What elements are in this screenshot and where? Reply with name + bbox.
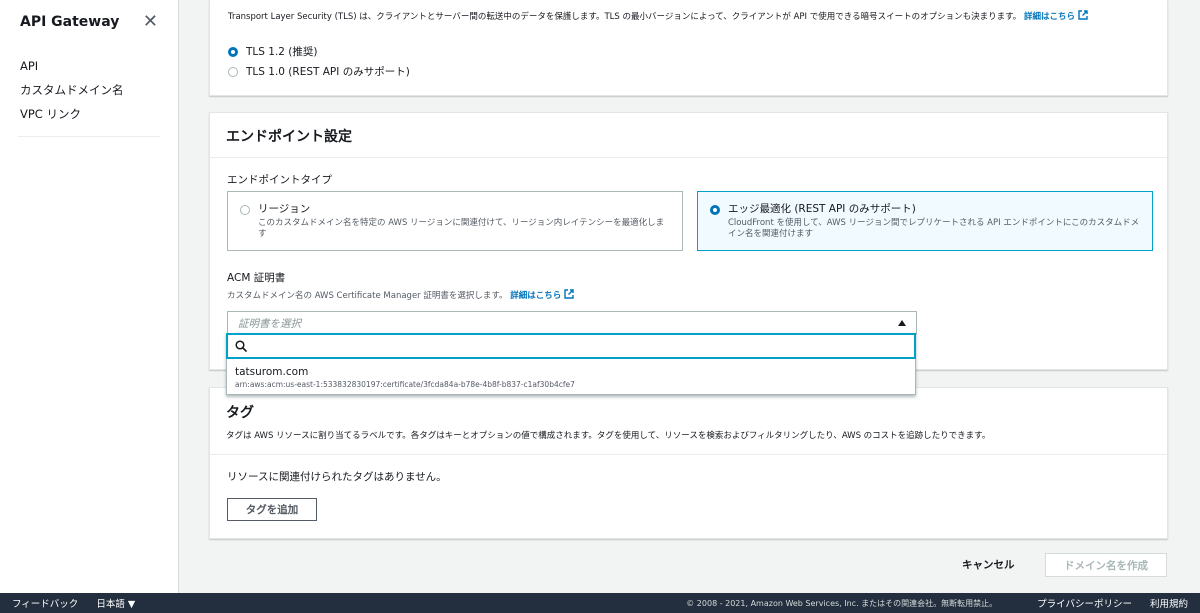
- console-footer: フィードバック 日本語 ▼ © 2008 - 2021, Amazon Web …: [0, 593, 1200, 613]
- caret-up-icon: [898, 320, 906, 326]
- radio-selected[interactable]: [710, 205, 720, 215]
- radio-selected[interactable]: [228, 46, 238, 57]
- terms-link[interactable]: 利用規約: [1150, 596, 1188, 610]
- copyright-text: © 2008 - 2021, Amazon Web Services, Inc.…: [686, 598, 998, 608]
- sidebar-item-vpc-links[interactable]: VPC リンク: [0, 102, 178, 126]
- close-icon[interactable]: ✕: [143, 13, 158, 31]
- certificate-dropdown: tatsurom.com arn:aws:acm:us-east-1:53383…: [226, 333, 916, 395]
- sidebar-header: API Gateway ✕: [0, 0, 178, 44]
- external-link-icon: [564, 289, 574, 299]
- acm-learn-more-link[interactable]: 詳細はこちら: [510, 289, 574, 301]
- endpoint-type-regional-tile[interactable]: リージョン このカスタムドメイン名を特定の AWS リージョンに関連付けて、リー…: [227, 191, 683, 251]
- tls-option-label: TLS 1.0 (REST API のみサポート): [246, 66, 410, 78]
- cancel-button[interactable]: キャンセル: [962, 557, 1015, 572]
- tags-description: タグは AWS リソースに割り当てるラベルです。各タグはキーとオプションの値で構…: [226, 431, 991, 441]
- tile-description: このカスタムドメイン名を特定の AWS リージョンに関連付けて、リージョン内レイ…: [258, 218, 665, 239]
- tags-title: タグ: [226, 405, 254, 421]
- certificate-search-input[interactable]: [253, 337, 914, 355]
- sidebar-nav: API カスタムドメイン名 VPC リンク: [0, 44, 178, 126]
- certificate-option-arn: arn:aws:acm:us-east-1:533832830197:certi…: [235, 380, 575, 389]
- tile-description: CloudFront を使用して、AWS リージョン間でレプリケートされる AP…: [728, 218, 1140, 239]
- endpoint-type-label: エンドポイントタイプ: [227, 174, 332, 186]
- certificate-option[interactable]: tatsurom.com arn:aws:acm:us-east-1:53383…: [227, 361, 915, 395]
- sidebar-item-custom-domain-names[interactable]: カスタムドメイン名: [0, 78, 178, 102]
- endpoint-settings-container: エンドポイント設定 エンドポイントタイプ リージョン このカスタムドメイン名を特…: [209, 112, 1168, 370]
- create-domain-name-button[interactable]: ドメイン名を作成: [1045, 553, 1167, 577]
- external-link-icon: [1078, 10, 1088, 20]
- sidebar-item-api[interactable]: API: [0, 54, 178, 78]
- sidebar-title[interactable]: API Gateway: [20, 14, 119, 30]
- certificate-option-label: tatsurom.com: [235, 366, 309, 378]
- radio-unselected[interactable]: [228, 66, 238, 77]
- footer-right: © 2008 - 2021, Amazon Web Services, Inc.…: [686, 596, 1200, 611]
- acm-certificate-label: ACM 証明書: [227, 272, 286, 284]
- tls-option-label: TLS 1.2 (推奨): [246, 46, 318, 58]
- tile-title: リージョン: [258, 203, 311, 215]
- side-navigation: API Gateway ✕ API カスタムドメイン名 VPC リンク: [0, 0, 179, 593]
- tls-container: Transport Layer Security (TLS) は、クライアントと…: [209, 0, 1168, 96]
- radio-unselected[interactable]: [240, 205, 250, 215]
- endpoint-type-edge-tile[interactable]: エッジ最適化 (REST API のみサポート) CloudFront を使用し…: [697, 191, 1153, 251]
- tls-option-1-0[interactable]: TLS 1.0 (REST API のみサポート): [228, 64, 410, 79]
- add-tag-button[interactable]: タグを追加: [227, 498, 317, 521]
- tags-empty-message: リソースに関連付けられたタグはありません。: [227, 471, 447, 483]
- endpoint-settings-title: エンドポイント設定: [210, 113, 1167, 158]
- tls-option-1-2[interactable]: TLS 1.2 (推奨): [228, 44, 318, 59]
- certificate-select-placeholder: 証明書を選択: [238, 317, 301, 330]
- tls-learn-more-link[interactable]: 詳細はこちら: [1024, 10, 1088, 22]
- tile-title: エッジ最適化 (REST API のみサポート): [728, 203, 916, 215]
- privacy-policy-link[interactable]: プライバシーポリシー: [1037, 596, 1132, 610]
- feedback-link[interactable]: フィードバック: [12, 596, 78, 610]
- language-selector[interactable]: 日本語 ▼: [96, 596, 135, 610]
- tags-divider: [210, 454, 1167, 455]
- sidebar-divider: [18, 136, 160, 137]
- search-icon: [235, 340, 247, 352]
- tls-description: Transport Layer Security (TLS) は、クライアントと…: [228, 10, 1148, 23]
- certificate-search-box[interactable]: [226, 333, 916, 359]
- acm-hint-text: カスタムドメイン名の AWS Certificate Manager 証明書を選…: [227, 291, 508, 301]
- tls-description-text: Transport Layer Security (TLS) は、クライアントと…: [228, 12, 1022, 22]
- footer-left: フィードバック 日本語 ▼: [0, 596, 153, 610]
- certificate-select[interactable]: 証明書を選択: [227, 311, 917, 335]
- tags-container: タグ タグは AWS リソースに割り当てるラベルです。各タグはキーとオプションの…: [209, 387, 1168, 539]
- acm-certificate-hint: カスタムドメイン名の AWS Certificate Manager 証明書を選…: [227, 289, 574, 301]
